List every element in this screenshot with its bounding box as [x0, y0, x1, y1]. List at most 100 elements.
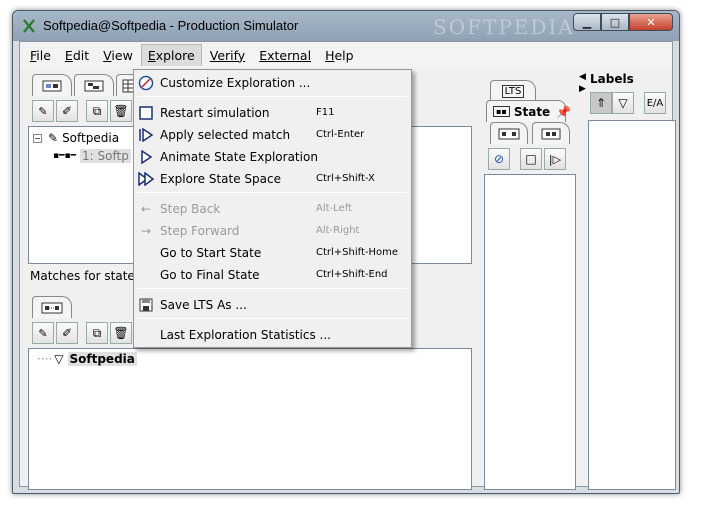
menu-file[interactable]: File [24, 45, 57, 66]
tab-start-graph[interactable] [32, 296, 72, 318]
menu-item-apply-match[interactable]: Apply selected match Ctrl-Enter [134, 124, 411, 146]
state-tab-label: State [513, 104, 551, 119]
minimize-icon: ▁ [582, 15, 592, 29]
menu-bar: File Edit View Explore Verify External H… [20, 42, 672, 68]
trash-icon: 🗑 [113, 326, 129, 340]
graph-tree-label: Softpedia [67, 352, 137, 366]
tree-root-label: Softpedia [62, 131, 120, 145]
menu-help[interactable]: Help [319, 45, 360, 66]
maximize-button[interactable]: □ [601, 13, 629, 31]
menu-item-save-lts[interactable]: Save LTS As ... [134, 294, 411, 316]
arrow-down-icon: ▽ [618, 96, 628, 110]
lts-tab-label: LTS [501, 85, 525, 98]
tree-root-row[interactable]: − ✎ Softpedia [33, 131, 119, 145]
menu-item-explore-state-space[interactable]: Explore State Space Ctrl+Shift-X [134, 168, 411, 190]
menu-view[interactable]: View [97, 45, 139, 66]
copy-icon: ⧉ [92, 325, 102, 340]
stop-button[interactable]: □ [520, 148, 542, 170]
tree-line: ···· [37, 352, 53, 366]
new-rule-button[interactable]: ✎ [32, 100, 54, 122]
connector-icon: ▪━▪━ [53, 151, 77, 161]
maximize-icon: □ [609, 15, 621, 29]
menu-separator [138, 192, 407, 193]
copy-rule-button[interactable]: ⧉ [86, 100, 108, 122]
graph-tree-row[interactable]: ···· ▽ Softpedia [37, 352, 137, 366]
edit-labels-button[interactable]: E/A [644, 92, 666, 114]
state-graph-icon [498, 128, 520, 139]
menu-edit[interactable]: Edit [59, 45, 95, 66]
tab-rule-view[interactable] [532, 122, 570, 144]
tab-lts[interactable]: LTS [490, 80, 536, 102]
collapse-icon[interactable]: − [33, 133, 42, 143]
menu-item-last-exploration-stats[interactable]: Last Exploration Statistics ... [134, 324, 411, 346]
menu-explore[interactable]: Explore [140, 44, 202, 66]
tab-rules[interactable] [32, 74, 72, 96]
play-icon [138, 149, 154, 165]
fast-forward-icon [138, 171, 154, 187]
arrow-right-icon: → [140, 224, 152, 238]
menu-external[interactable]: External [253, 45, 317, 66]
trash-icon: 🗑 [113, 104, 129, 118]
start-graph-icon: ▽ [54, 352, 64, 366]
explore-menu: Customize Exploration ... Restart simula… [133, 69, 412, 348]
minimize-button[interactable]: ▁ [573, 13, 601, 31]
pin-icon: 📌 [556, 104, 572, 119]
compass-button[interactable]: ⊘ [488, 148, 510, 170]
delete-rule-button[interactable]: 🗑 [110, 100, 132, 122]
collapse-arrow-icon[interactable]: ◀ [579, 72, 586, 82]
filter-down-button[interactable]: ▽ [612, 92, 634, 114]
edit-graph-button[interactable]: ✐ [56, 322, 78, 344]
copy-graph-button[interactable]: ⧉ [86, 322, 108, 344]
menu-item-step-back[interactable]: ← Step Back Alt-Left [134, 198, 411, 220]
tab-state-view[interactable] [490, 122, 528, 144]
menu-item-step-forward[interactable]: → Step Forward Alt-Right [134, 220, 411, 242]
rule-icon [541, 128, 561, 139]
pencil-icon: ✐ [61, 104, 73, 118]
edit-rule-button[interactable]: ✐ [56, 100, 78, 122]
menu-item-go-to-final-state[interactable]: Go to Final State Ctrl+Shift-End [134, 264, 411, 286]
close-button[interactable]: ✕ [629, 13, 673, 31]
compass-icon: ⊘ [493, 152, 505, 166]
menu-item-animate[interactable]: Animate State Exploration [134, 146, 411, 168]
arrow-up-icon: ⇑ [595, 96, 607, 110]
menu-separator [138, 96, 407, 97]
state-tab[interactable]: ▪▪ State 📌 [486, 100, 571, 122]
watermark: SOFTPEDIA [433, 15, 575, 39]
copy-icon: ⧉ [92, 103, 102, 118]
tree-child-label: 1: Softp [80, 149, 131, 163]
apply-match-icon [138, 127, 154, 143]
menu-separator [138, 288, 407, 289]
rule-icon [42, 80, 62, 91]
menu-item-restart[interactable]: Restart simulation F11 [134, 102, 411, 124]
tab-graphs[interactable] [74, 74, 114, 96]
apply-icon: |▷ [548, 152, 562, 166]
menu-separator [138, 318, 407, 319]
close-icon: ✕ [646, 15, 656, 29]
menu-verify[interactable]: Verify [204, 45, 251, 66]
apply-match-button[interactable]: |▷ [544, 148, 566, 170]
filter-up-button[interactable]: ⇑ [590, 92, 612, 114]
graph-tree-panel: ···· ▽ Softpedia [28, 348, 472, 490]
title-bar[interactable]: Softpedia@Softpedia - Production Simulat… [13, 11, 679, 41]
pencil-icon: ✐ [61, 326, 73, 340]
app-icon [23, 19, 35, 33]
menu-item-go-to-start-state[interactable]: Go to Start State Ctrl+Shift-Home [134, 242, 411, 264]
graph-icon [84, 80, 104, 91]
tree-child-row[interactable]: ▪━▪━ 1: Softp [53, 149, 131, 163]
stop-icon: □ [525, 152, 537, 166]
state-graph-icon [41, 302, 63, 313]
window-title: Softpedia@Softpedia - Production Simulat… [43, 18, 299, 33]
new-icon: ✎ [38, 104, 48, 118]
expand-arrow-icon[interactable]: ▶ [579, 84, 586, 94]
edit-labels-icon: E/A [646, 97, 664, 109]
new-icon: ✎ [38, 326, 48, 340]
new-graph-button[interactable]: ✎ [32, 322, 54, 344]
delete-graph-button[interactable]: 🗑 [110, 322, 132, 344]
compass-icon [138, 75, 154, 91]
window-controls: ▁ □ ✕ [573, 13, 673, 31]
labels-title: Labels [590, 72, 634, 86]
stop-icon [138, 105, 154, 121]
arrow-left-icon: ← [140, 202, 152, 216]
menu-item-customize[interactable]: Customize Exploration ... [134, 72, 411, 94]
save-icon [138, 297, 154, 313]
